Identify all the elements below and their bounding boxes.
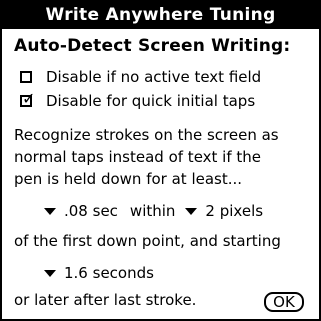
distance-picker[interactable]: 2 pixels <box>185 202 263 220</box>
checkbox-row-no-active-field[interactable]: Disable if no active text field <box>20 68 261 86</box>
section-heading: Auto-Detect Screen Writing: <box>14 36 291 56</box>
checkbox-row-quick-taps[interactable]: ✓ Disable for quick initial taps <box>20 91 256 110</box>
ok-button[interactable]: OK <box>264 292 304 312</box>
dropdown-triangle-icon <box>44 269 56 277</box>
description-line-2: normal taps instead of text if the <box>14 148 262 166</box>
description-line-5: or later after last stroke. <box>14 291 197 309</box>
dropdown-triangle-icon <box>185 207 198 215</box>
checkbox-label-quick-taps: Disable for quick initial taps <box>46 92 256 110</box>
timing-picker-row: .08 sec within 2 pixels <box>44 202 263 220</box>
dialog-title: Write Anywhere Tuning <box>2 2 319 29</box>
checkbox-quick-taps[interactable]: ✓ <box>20 91 35 107</box>
within-label: within <box>129 202 176 220</box>
delay-picker-row: 1.6 seconds <box>44 264 154 282</box>
delay-picker[interactable]: 1.6 seconds <box>44 264 154 282</box>
hold-time-value: .08 sec <box>64 202 118 220</box>
description-line-3: pen is held down for at least... <box>14 170 243 188</box>
description-line-4: of the first down point, and starting <box>14 232 281 250</box>
checkbox-no-active-field[interactable] <box>20 71 32 83</box>
checkmark-icon: ✓ <box>22 89 36 108</box>
description-line-1: Recognize strokes on the screen as <box>14 126 279 144</box>
dropdown-triangle-icon <box>44 207 56 215</box>
write-anywhere-tuning-dialog: Write Anywhere Tuning Auto-Detect Screen… <box>0 0 321 321</box>
distance-value: 2 pixels <box>205 202 264 220</box>
checkbox-label-no-active-field: Disable if no active text field <box>46 68 262 86</box>
delay-value: 1.6 seconds <box>64 264 154 282</box>
hold-time-picker[interactable]: .08 sec <box>44 202 118 220</box>
